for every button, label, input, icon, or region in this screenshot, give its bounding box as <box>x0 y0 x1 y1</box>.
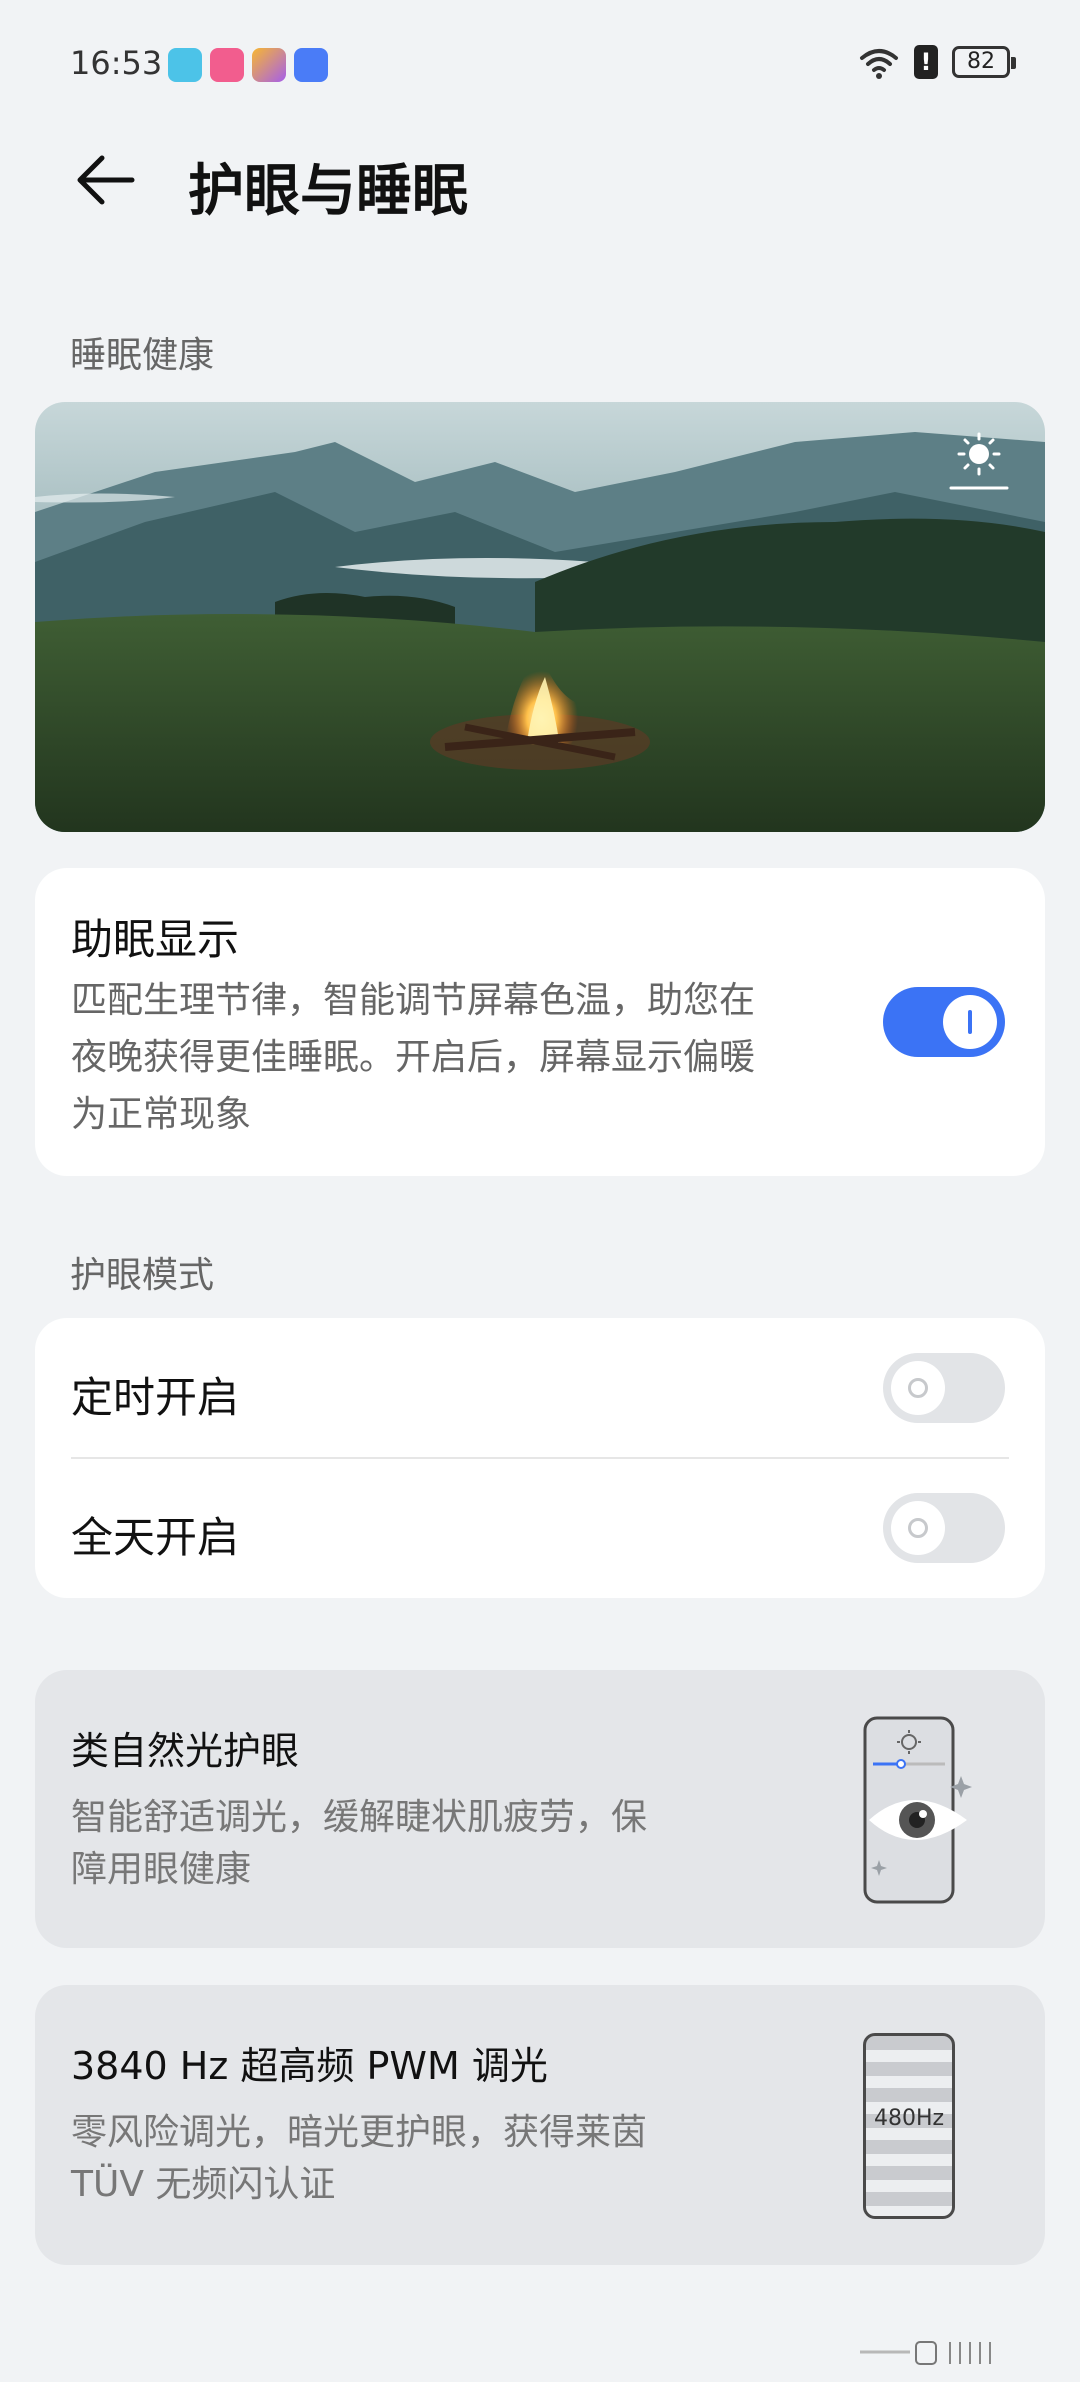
natural-light-title: 类自然光护眼 <box>71 1729 300 1773</box>
sleep-display-desc-3: 为正常现象 <box>71 1094 252 1135</box>
section-eye-mode: 护眼模式 <box>70 1255 215 1296</box>
natural-light-desc-2: 障用眼健康 <box>71 1849 252 1890</box>
gallery-app-icon <box>252 48 286 82</box>
pwm-dimming-title: 3840 Hz 超高频 PWM 调光 <box>71 2044 548 2088</box>
store-app-icon <box>294 48 328 82</box>
notification-icons <box>168 48 328 82</box>
battery-icon: 82 <box>952 46 1016 78</box>
eye-protection-phone-icon <box>863 1716 972 1904</box>
natural-light-desc-1: 智能舒适调光，缓解睫状肌疲劳，保 <box>71 1797 648 1838</box>
scheduled-toggle[interactable] <box>883 1353 1005 1423</box>
sleep-display-title: 助眠显示 <box>71 915 240 964</box>
page-title: 护眼与睡眠 <box>188 159 468 224</box>
back-arrow-icon[interactable] <box>70 150 140 210</box>
pwm-dimming-desc-1: 零风险调光，暗光更护眼，获得莱茵 <box>71 2112 648 2153</box>
header: 护眼与睡眠 <box>0 130 1080 230</box>
pwm-phone-icon: 480Hz <box>863 2033 955 2219</box>
sleep-hero-image <box>35 402 1045 832</box>
scheduled-label: 定时开启 <box>71 1373 240 1422</box>
sleep-display-card[interactable]: 助眠显示 匹配生理节律，智能调节屏幕色温，助您在 夜晚获得更佳睡眠。开启后，屏幕… <box>35 868 1045 1176</box>
all-day-row[interactable]: 全天开启 <box>35 1458 1045 1598</box>
all-day-toggle[interactable] <box>883 1493 1005 1563</box>
all-day-label: 全天开启 <box>71 1513 240 1562</box>
eye-mode-card: 定时开启 全天开启 <box>35 1318 1045 1598</box>
eye-sleep-settings-page: 16:53 ! 82 护眼与睡眠 睡眠健康 助眠显示 匹配生理节律，智能调节屏幕… <box>0 0 1080 2382</box>
sleep-display-desc-1: 匹配生理节律，智能调节屏幕色温，助您在 <box>71 980 756 1021</box>
sleep-display-desc-2: 夜晚获得更佳睡眠。开启后，屏幕显示偏暖 <box>71 1037 756 1078</box>
campfire-landscape-image <box>35 402 1045 832</box>
status-time: 16:53 <box>70 44 163 82</box>
status-indicators: ! 82 <box>858 44 1016 80</box>
natural-light-feature-card[interactable]: 类自然光护眼 智能舒适调光，缓解睫状肌疲劳，保 障用眼健康 <box>35 1670 1045 1948</box>
pwm-dimming-feature-card[interactable]: 3840 Hz 超高频 PWM 调光 零风险调光，暗光更护眼，获得莱茵 TÜV … <box>35 1985 1045 2265</box>
toggle-knob <box>943 995 997 1049</box>
pwm-frequency-label: 480Hz <box>873 2106 945 2131</box>
scheduled-row[interactable]: 定时开启 <box>35 1318 1045 1458</box>
bilibili-app-icon <box>210 48 244 82</box>
book-app-icon <box>168 48 202 82</box>
section-sleep-health: 睡眠健康 <box>70 335 215 376</box>
brightness-sun-icon[interactable] <box>949 430 1009 494</box>
pwm-dimming-desc-2: TÜV 无频闪认证 <box>71 2164 336 2205</box>
alert-icon: ! <box>914 45 938 79</box>
wifi-icon <box>860 49 898 79</box>
toggle-knob <box>891 1501 945 1555</box>
toggle-knob <box>891 1361 945 1415</box>
status-bar: 16:53 ! 82 <box>0 0 1080 130</box>
sleep-display-toggle[interactable] <box>883 987 1005 1057</box>
gesture-nav-handle <box>860 2341 991 2365</box>
